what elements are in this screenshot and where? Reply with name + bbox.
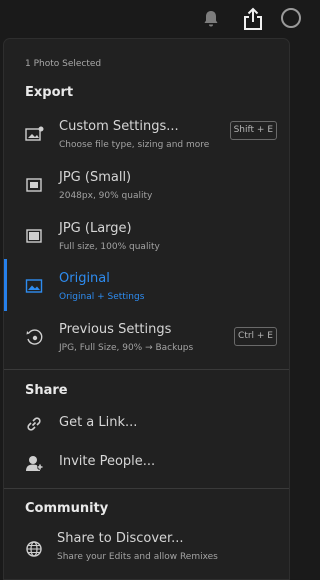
previous-settings-title: Previous Settings xyxy=(59,322,172,337)
original-subtitle: Original + Settings xyxy=(59,292,145,302)
custom-settings-title: Custom Settings... xyxy=(59,119,179,134)
share-get-link[interactable]: Get a Link... xyxy=(4,411,289,441)
share-invite-people[interactable]: Invite People... xyxy=(4,450,289,480)
shift-e-shortcut: Shift + E xyxy=(229,121,277,140)
ctrl-e-shortcut: Ctrl + E xyxy=(234,327,277,346)
export-custom-settings[interactable]: Custom Settings... Choose file type, siz… xyxy=(4,109,289,159)
section-divider xyxy=(4,488,289,489)
export-original[interactable]: Original Original + Settings xyxy=(4,261,289,311)
export-menu-panel: 1 Photo Selected Export Custom Settings.… xyxy=(3,38,290,580)
share-section-title: Share xyxy=(25,383,68,398)
previous-settings-subtitle: JPG, Full Size, 90% → Backups xyxy=(59,343,194,353)
share-to-discover-title: Share to Discover... xyxy=(57,531,184,546)
history-icon xyxy=(25,328,43,346)
original-image-icon xyxy=(25,277,43,295)
profile-icon[interactable] xyxy=(281,7,301,29)
bell-icon[interactable] xyxy=(202,9,220,29)
invite-person-icon xyxy=(25,454,43,472)
globe-icon xyxy=(25,540,43,558)
original-title: Original xyxy=(59,271,110,286)
export-jpg-small[interactable]: JPG (Small) 2048px, 90% quality xyxy=(4,160,289,210)
custom-settings-icon xyxy=(25,125,44,143)
export-jpg-large[interactable]: JPG (Large) Full size, 100% quality xyxy=(4,211,289,261)
jpg-small-subtitle: 2048px, 90% quality xyxy=(59,191,153,201)
selection-caption: 1 Photo Selected xyxy=(25,59,102,69)
jpg-large-subtitle: Full size, 100% quality xyxy=(59,242,160,252)
invite-people-title: Invite People... xyxy=(59,454,156,469)
community-section-title: Community xyxy=(25,501,109,516)
export-previous-settings[interactable]: Previous Settings JPG, Full Size, 90% → … xyxy=(4,312,289,362)
get-link-title: Get a Link... xyxy=(59,415,138,430)
community-share-to-discover[interactable]: Share to Discover... Share your Edits an… xyxy=(4,526,289,572)
share-to-discover-subtitle: Share your Edits and allow Remixes xyxy=(57,552,218,562)
jpg-large-title: JPG (Large) xyxy=(59,221,132,236)
jpg-large-icon xyxy=(25,227,43,245)
top-toolbar xyxy=(0,0,301,38)
custom-settings-subtitle: Choose file type, sizing and more xyxy=(59,140,210,150)
jpg-small-icon xyxy=(25,176,43,194)
export-section-title: Export xyxy=(25,85,74,100)
share-export-icon[interactable] xyxy=(240,5,266,33)
link-icon xyxy=(25,415,43,433)
section-divider xyxy=(4,369,289,370)
jpg-small-title: JPG (Small) xyxy=(59,170,132,185)
